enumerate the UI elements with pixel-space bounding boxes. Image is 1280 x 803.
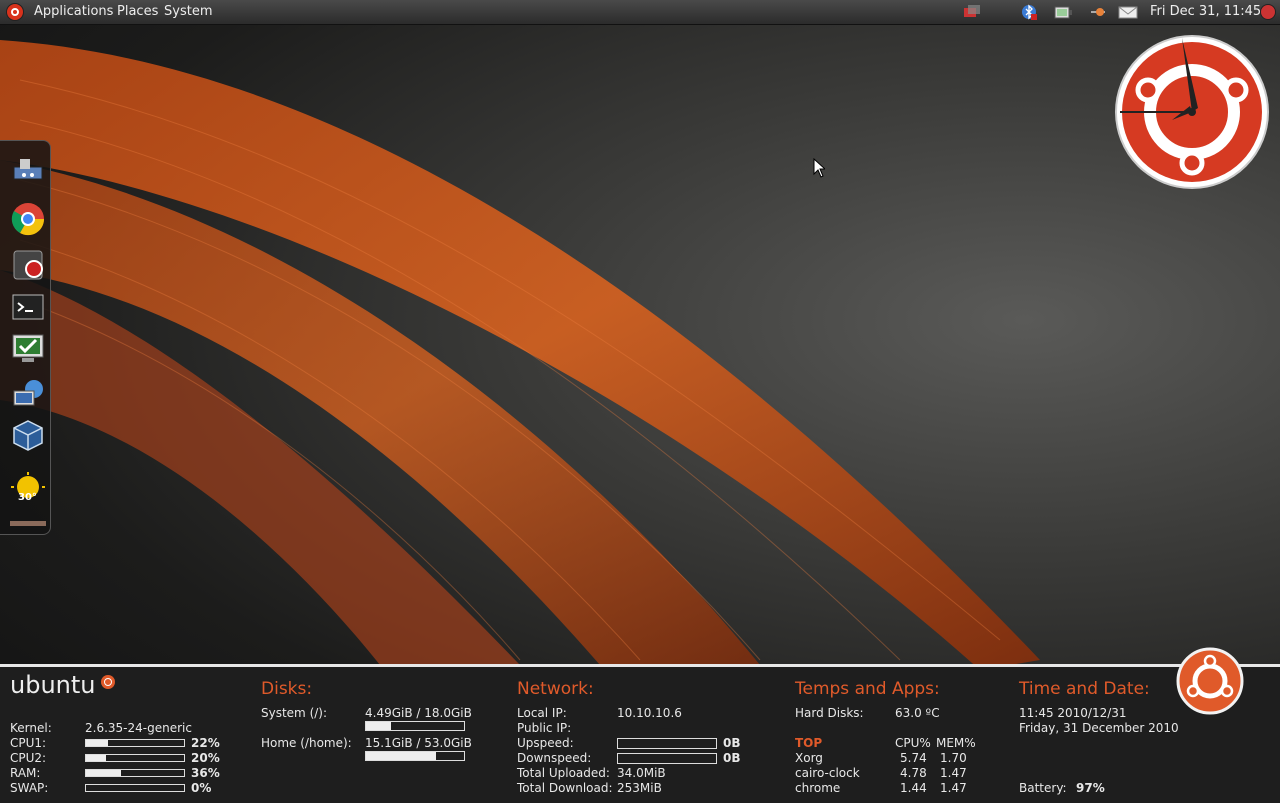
dock-bottom-strip [10,521,46,526]
mail-icon[interactable] [1118,3,1138,21]
battery-value: 97% [1076,781,1105,795]
upspeed-graph [617,738,717,749]
cpu2-label: CPU2: [10,751,47,765]
top-header-cpu: CPU% [895,736,931,750]
battery-label: Battery: [1019,781,1067,795]
proc-name: chrome [795,781,841,795]
proc-mem: 1.70 [940,751,967,765]
kernel-label: Kernel: [10,721,52,735]
cpu2-bar [85,754,185,762]
weather-icon[interactable]: 30° [10,471,46,507]
proc-cpu: 5.74 [900,751,927,765]
shutdown-icon[interactable] [1260,4,1276,20]
ram-value: 36% [191,766,220,780]
local-ip-value: 10.10.10.6 [617,706,682,720]
ubuntu-circle-logo-icon [1176,647,1244,715]
cairo-clock-widget[interactable] [1112,30,1272,195]
downspeed-graph [617,753,717,764]
virtualbox-icon[interactable] [10,417,46,453]
disks-heading: Disks: [261,679,313,699]
network-icon[interactable] [962,3,980,21]
bluetooth-icon[interactable] [1020,3,1038,21]
public-ip-label: Public IP: [517,721,572,735]
time-line: 11:45 2010/12/31 [1019,706,1127,720]
conky-system-monitor: ubuntu Kernel: 2.6.35-24-generic CPU1: 2… [0,647,1280,803]
top-panel: Applications Places System Fri Dec 31, 1… [0,0,1280,25]
proc-cpu: 1.44 [900,781,927,795]
proc-name: Xorg [795,751,823,765]
panel-clock[interactable]: Fri Dec 31, 11:45 [1150,4,1261,19]
temps-heading: Temps and Apps: [795,679,940,699]
mouse-cursor-icon [813,158,825,178]
local-ip-label: Local IP: [517,706,567,720]
battery-icon[interactable] [1052,3,1072,21]
total-uploaded-value: 34.0MiB [617,766,666,780]
hard-disks-label: Hard Disks: [795,706,864,720]
weather-temp: 30° [18,492,37,503]
swap-bar [85,784,185,792]
time-heading: Time and Date: [1019,679,1150,699]
swap-value: 0% [191,781,212,795]
network-heading: Network: [517,679,594,699]
screenshot-icon[interactable] [10,247,46,283]
terminal-icon[interactable] [10,289,46,325]
ram-bar [85,769,185,777]
downspeed-value: 0B [723,751,741,765]
downspeed-label: Downspeed: [517,751,592,765]
proc-mem: 1.47 [940,766,967,780]
hard-disks-temp: 63.0 ºC [895,706,940,720]
cpu1-label: CPU1: [10,736,47,750]
proc-mem: 1.47 [940,781,967,795]
volume-icon[interactable] [1088,3,1106,21]
cpu1-bar [85,739,185,747]
remote-desktop-icon[interactable] [10,377,46,413]
disk-system-bar [365,721,465,731]
proc-name: cairo-clock [795,766,860,780]
menu-places[interactable]: Places [117,4,158,19]
ram-label: RAM: [10,766,41,780]
disk-home-bar [365,751,465,761]
ubuntu-logo-icon[interactable] [6,3,24,21]
chrome-icon[interactable] [10,201,46,237]
menu-applications[interactable]: Applications [34,4,113,19]
system-monitor-icon[interactable] [10,331,46,367]
disk-system-label: System (/): [261,706,328,720]
cpu1-value: 22% [191,736,220,750]
cpu2-value: 20% [191,751,220,765]
swap-label: SWAP: [10,781,49,795]
side-dock: 30° [0,140,51,535]
ubuntu-circle-small-icon [101,675,115,689]
total-download-value: 253MiB [617,781,662,795]
kernel-value: 2.6.35-24-generic [85,721,192,735]
top-header-label: TOP [795,736,823,750]
disk-home-label: Home (/home): [261,736,352,750]
upspeed-value: 0B [723,736,741,750]
upspeed-label: Upspeed: [517,736,574,750]
disk-home-value: 15.1GiB / 53.0GiB [365,736,472,750]
ubuntu-wordmark: ubuntu [10,671,96,699]
date-line: Friday, 31 December 2010 [1019,721,1179,735]
total-uploaded-label: Total Uploaded: [517,766,610,780]
menu-system[interactable]: System [164,4,212,19]
total-download-label: Total Download: [517,781,613,795]
proc-cpu: 4.78 [900,766,927,780]
disk-system-value: 4.49GiB / 18.0GiB [365,706,472,720]
network-manager-icon[interactable] [10,151,46,187]
top-header-mem: MEM% [936,736,976,750]
